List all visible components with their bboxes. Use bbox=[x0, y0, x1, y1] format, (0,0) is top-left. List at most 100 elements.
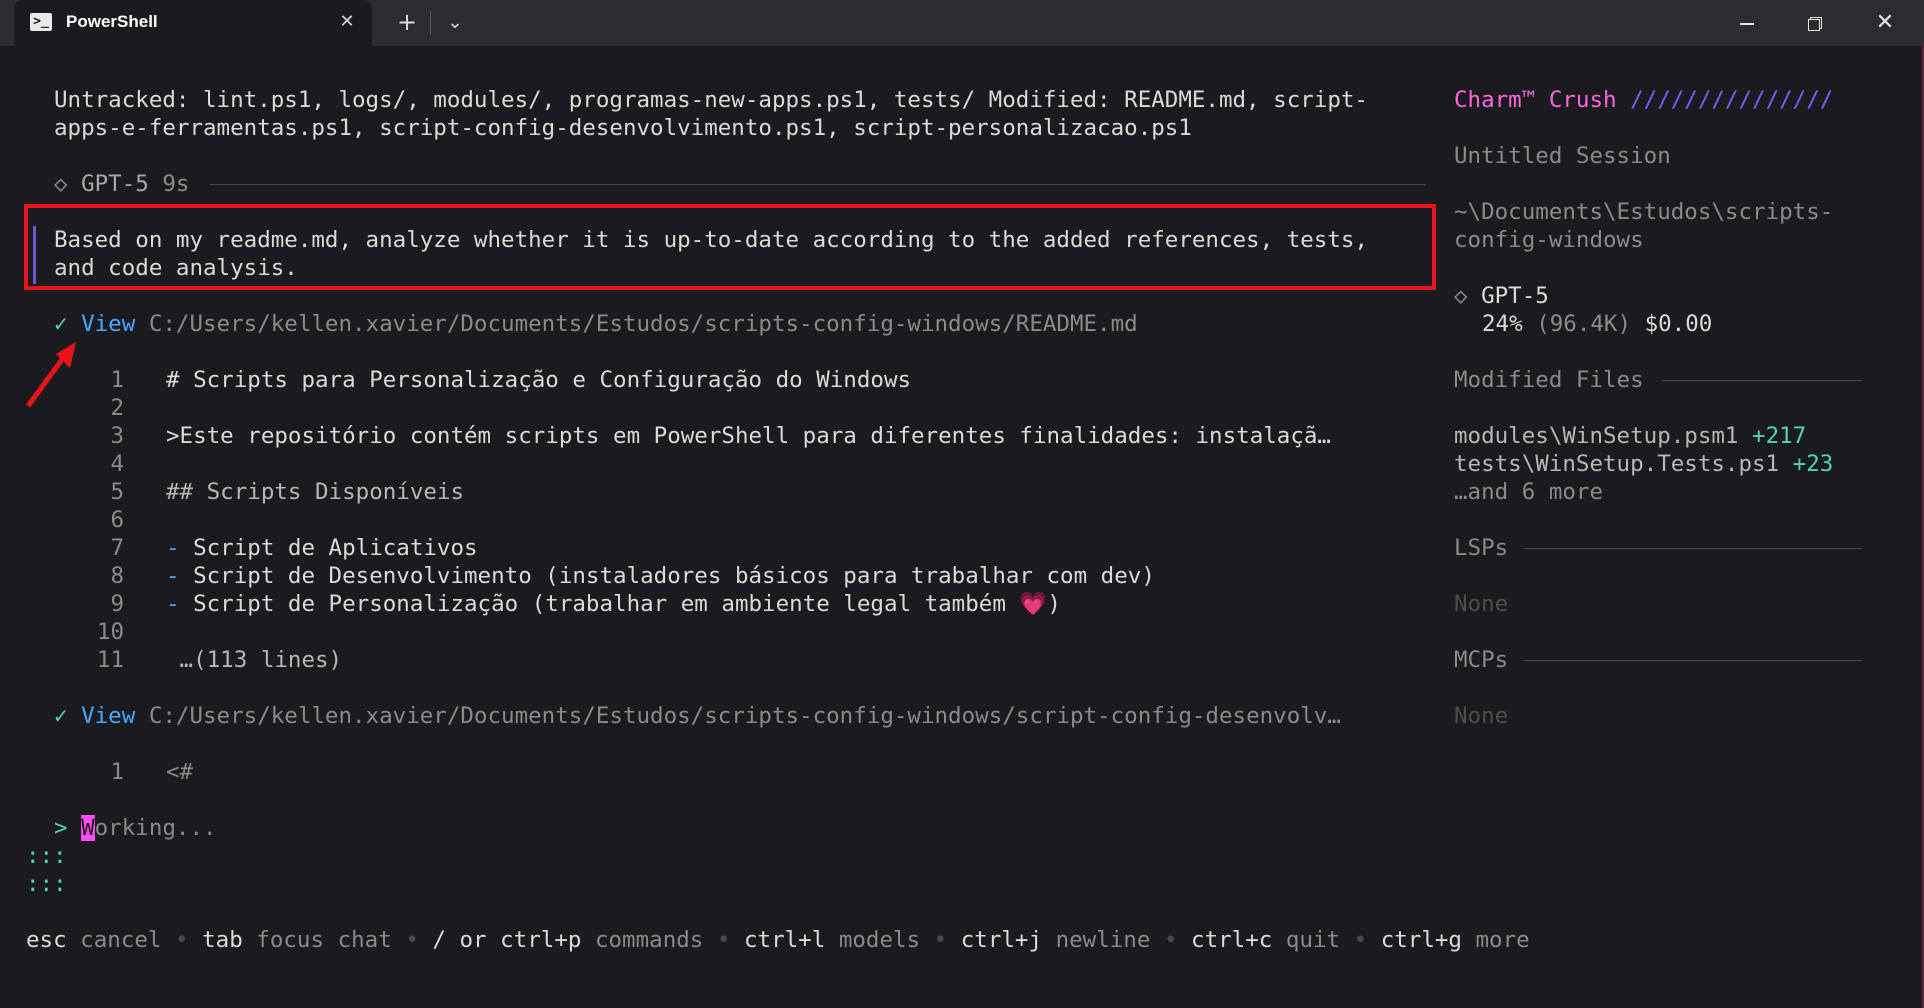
help-bar: esc cancel • tab focus chat • / or ctrl+… bbox=[26, 926, 1530, 954]
line-number: 8 bbox=[110, 563, 124, 589]
line-number: 10 bbox=[96, 619, 124, 645]
line-number: 1 bbox=[110, 367, 124, 393]
line-number: 2 bbox=[110, 395, 124, 421]
modified-file: tests\WinSetup.Tests.ps1 +23 bbox=[1454, 450, 1833, 478]
help-key: ctrl+j bbox=[960, 927, 1043, 953]
brand-name: Charm™ Crush bbox=[1454, 87, 1617, 113]
divider bbox=[1524, 548, 1862, 549]
tool-path: C:/Users/kellen.xavier/Documents/Estudos… bbox=[148, 703, 1341, 729]
tab-powershell[interactable]: >_ PowerShell ✕ bbox=[14, 0, 372, 46]
powershell-icon: >_ bbox=[30, 13, 52, 31]
line-number: 11 bbox=[96, 647, 124, 673]
diamond-icon: ◇ bbox=[1454, 283, 1468, 309]
plus-icon[interactable]: + bbox=[392, 8, 422, 38]
help-key: tab bbox=[202, 927, 243, 953]
help-desc: more bbox=[1475, 927, 1530, 953]
truncation-note: …(113 lines) bbox=[166, 647, 343, 673]
spinner-icon: ::: bbox=[26, 843, 67, 869]
sidebar-model: ◇ GPT-5 bbox=[1454, 282, 1549, 310]
mcps-value: None bbox=[1454, 703, 1509, 729]
help-desc: commands bbox=[594, 927, 704, 953]
help-key: esc bbox=[26, 927, 67, 953]
line-number: 5 bbox=[110, 479, 124, 505]
divider bbox=[430, 11, 431, 35]
code-line: - Script de Desenvolvimento (instaladore… bbox=[166, 562, 1155, 590]
context-percent: 24% bbox=[1482, 311, 1523, 337]
working-directory: config-windows bbox=[1454, 227, 1644, 253]
help-desc: cancel bbox=[80, 927, 162, 953]
code-line: - Script de Personalização (trabalhar em… bbox=[166, 590, 1061, 618]
divider bbox=[210, 184, 1426, 185]
help-key: ctrl+l bbox=[743, 927, 826, 953]
separator: • bbox=[405, 927, 419, 953]
line-number: 4 bbox=[110, 451, 124, 477]
close-window-icon[interactable]: ✕ bbox=[1870, 8, 1900, 38]
restore-icon[interactable] bbox=[1800, 8, 1830, 38]
close-tab-icon[interactable]: ✕ bbox=[334, 9, 360, 35]
line-number: 7 bbox=[110, 535, 124, 561]
separator: • bbox=[933, 927, 948, 953]
sidebar-model-name: GPT-5 bbox=[1481, 283, 1549, 309]
git-status-line-1: Untracked: lint.ps1, logs/, modules/, pr… bbox=[54, 87, 1368, 113]
code-line: >Este repositório contém scripts em Powe… bbox=[166, 423, 1331, 449]
separator: • bbox=[175, 927, 189, 953]
model-header: ◇ GPT-5 9s bbox=[54, 170, 189, 198]
line-number: 9 bbox=[110, 591, 124, 617]
line-number: 1 bbox=[110, 759, 124, 785]
line-number: 6 bbox=[110, 507, 124, 533]
model-time: 9s bbox=[162, 171, 190, 197]
context-tokens: (96.4K) bbox=[1536, 311, 1632, 337]
tool-call-header[interactable]: ✓ View C:/Users/kellen.xavier/Documents/… bbox=[54, 702, 1341, 730]
chevron-down-icon[interactable]: ⌄ bbox=[440, 8, 470, 38]
line-number: 3 bbox=[110, 423, 124, 449]
working-directory: ~\Documents\Estudos\scripts- bbox=[1454, 199, 1834, 225]
help-key: ctrl+g bbox=[1380, 927, 1462, 953]
minimize-icon[interactable] bbox=[1732, 8, 1762, 38]
code-text: Script de Aplicativos bbox=[179, 535, 478, 561]
code-line: - Script de Aplicativos bbox=[166, 534, 478, 562]
working-status: > Working... bbox=[54, 814, 217, 842]
prompt-icon: > bbox=[54, 815, 68, 841]
separator: • bbox=[1353, 927, 1368, 953]
code-line: ## Scripts Disponíveis bbox=[166, 479, 465, 505]
help-desc: quit bbox=[1285, 927, 1341, 953]
working-text: orking... bbox=[94, 815, 217, 841]
session-title: Untitled Session bbox=[1454, 143, 1671, 169]
divider bbox=[1662, 380, 1862, 381]
tool-path: C:/Users/kellen.xavier/Documents/Estudos… bbox=[148, 311, 1138, 337]
separator: • bbox=[1163, 927, 1178, 953]
brand: Charm™ Crush /////////////// bbox=[1454, 86, 1833, 114]
cursor: W bbox=[81, 815, 95, 841]
tool-action: View bbox=[81, 311, 136, 337]
usage-info: 24% (96.4K) $0.00 bbox=[1482, 310, 1712, 338]
check-icon: ✓ bbox=[54, 703, 68, 729]
separator: • bbox=[716, 927, 731, 953]
file-name: tests\WinSetup.Tests.ps1 bbox=[1454, 451, 1780, 477]
code-line: <# bbox=[166, 759, 194, 785]
help-desc: focus chat bbox=[256, 927, 392, 953]
git-status-line-2: apps-e-ferramentas.ps1, script-config-de… bbox=[54, 115, 1192, 141]
brand-slashes: /////////////// bbox=[1630, 87, 1834, 113]
cost: $0.00 bbox=[1644, 311, 1713, 337]
check-icon: ✓ bbox=[54, 311, 68, 337]
highlight-annotation bbox=[24, 204, 1436, 290]
divider bbox=[1524, 660, 1862, 661]
code-text: Script de Desenvolvimento (instaladores … bbox=[179, 563, 1155, 589]
help-key: ctrl+c bbox=[1191, 927, 1273, 953]
bullet: - bbox=[166, 535, 180, 561]
code-text: Script de Personalização (trabalhar em a… bbox=[179, 591, 1061, 617]
tool-action: View bbox=[81, 703, 136, 729]
spinner-icon: ::: bbox=[26, 871, 67, 897]
modified-files-header: Modified Files bbox=[1454, 367, 1644, 393]
lsps-value: None bbox=[1454, 591, 1509, 617]
file-delta: +23 bbox=[1792, 451, 1834, 477]
code-line: # Scripts para Personalização e Configur… bbox=[166, 367, 912, 393]
help-key: / or ctrl+p bbox=[432, 927, 582, 953]
file-delta: +217 bbox=[1752, 423, 1807, 449]
help-desc: newline bbox=[1055, 927, 1151, 953]
diamond-icon: ◇ bbox=[54, 171, 68, 197]
bullet: - bbox=[166, 563, 180, 589]
tool-call-header[interactable]: ✓ View C:/Users/kellen.xavier/Documents/… bbox=[54, 310, 1138, 338]
modified-file: modules\WinSetup.psm1 +217 bbox=[1454, 422, 1806, 450]
title-bar: >_ PowerShell ✕ + ⌄ ✕ bbox=[0, 0, 1924, 46]
